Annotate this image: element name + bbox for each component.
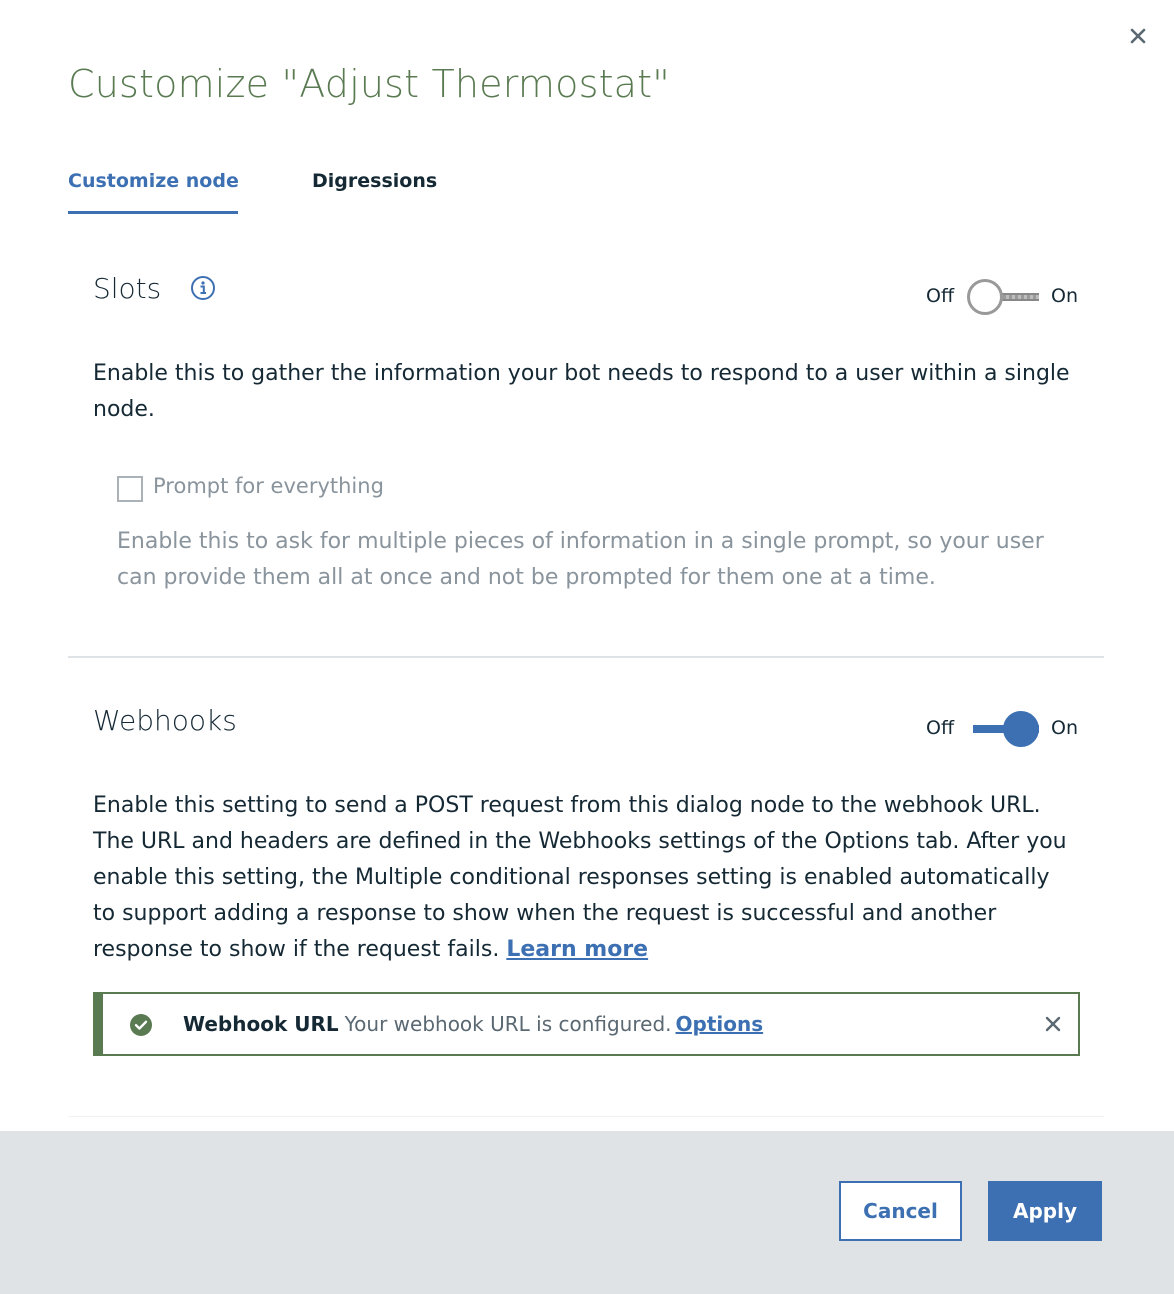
- toggle-knob: [967, 279, 1003, 315]
- apply-button[interactable]: Apply: [988, 1181, 1102, 1241]
- webhook-url-notification: Webhook URL Your webhook URL is configure…: [93, 992, 1080, 1056]
- checkmark-filled-icon: [129, 1013, 153, 1037]
- webhooks-title: Webhooks: [93, 704, 237, 737]
- slots-toggle-on-label: On: [1051, 285, 1078, 307]
- prompt-for-everything-label: Prompt for everything: [153, 474, 384, 498]
- prompt-for-everything-description: Enable this to ask for multiple pieces o…: [117, 529, 1044, 590]
- modal-close-icon[interactable]: [1124, 22, 1152, 50]
- section-divider: [68, 656, 1104, 658]
- webhooks-description: Enable this setting to send a POST reque…: [93, 788, 1078, 968]
- webhooks-toggle[interactable]: [967, 711, 1039, 747]
- learn-more-link[interactable]: Learn more: [506, 937, 648, 962]
- webhooks-toggle-group: Off On: [926, 711, 1086, 747]
- toggle-knob: [1003, 711, 1039, 747]
- prompt-for-everything-checkbox[interactable]: [117, 476, 143, 502]
- slots-toggle-off-label: Off: [926, 285, 955, 307]
- webhooks-toggle-on-label: On: [1051, 717, 1078, 739]
- slots-title: Slots: [93, 272, 162, 305]
- webhooks-toggle-off-label: Off: [926, 717, 955, 739]
- tab-digressions[interactable]: Digressions: [312, 168, 437, 214]
- slots-toggle[interactable]: [967, 279, 1039, 315]
- notification-text: Webhook URL Your webhook URL is configure…: [183, 1012, 763, 1036]
- notification-message: Your webhook URL is configured.: [344, 1012, 672, 1036]
- section-divider: [68, 1116, 1104, 1117]
- modal-footer: Cancel Apply: [0, 1131, 1174, 1294]
- customize-node-modal: Customize "Adjust Thermostat" Customize …: [0, 0, 1174, 1294]
- slots-toggle-group: Off On: [926, 279, 1086, 315]
- modal-title: Customize "Adjust Thermostat": [68, 62, 670, 106]
- cancel-button[interactable]: Cancel: [839, 1181, 962, 1241]
- info-icon[interactable]: [190, 275, 216, 301]
- tab-customize-node[interactable]: Customize node: [68, 168, 239, 214]
- notification-close-icon[interactable]: [1042, 1013, 1064, 1035]
- slots-description: Enable this to gather the information yo…: [93, 361, 1070, 422]
- options-link[interactable]: Options: [676, 1012, 764, 1036]
- notification-title: Webhook URL: [183, 1012, 339, 1036]
